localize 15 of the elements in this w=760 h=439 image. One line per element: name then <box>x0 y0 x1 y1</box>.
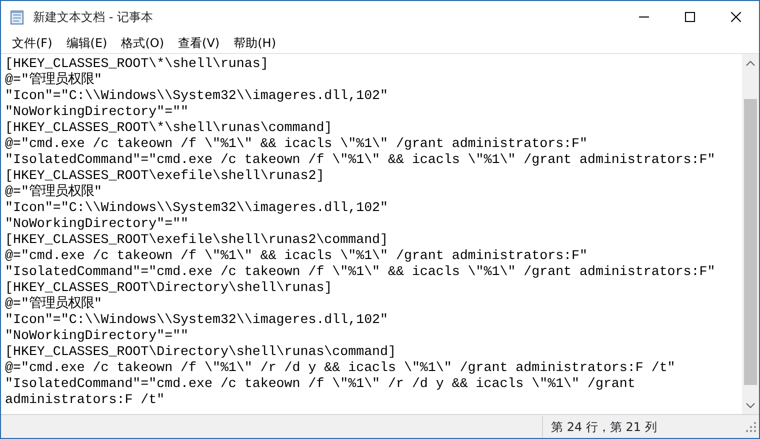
scroll-down-icon[interactable] <box>746 402 755 408</box>
menu-item[interactable]: 查看(V) <box>171 33 227 53</box>
menu-item[interactable]: 编辑(E) <box>59 33 114 53</box>
text-editor[interactable]: [HKEY_CLASSES_ROOT\*\shell\runas] @="管理员权限" "Icon"="C:\\Windows\\System32\\imageres.dll,102" "NoWorkingDirectory"="" [HKEY_CLASSES_ROOT\*\shell\runas\command] @="cmd.exe /c takeown /f \"%1\" && icacls \"%1\" /grant administrators:F" "IsolatedCommand"="cmd.exe /c takeown /f \"%1\" && icacls \"%1\" /grant administrators:F" [HKEY_CLASSES_ROOT\exefile\shell\runas2] @="管理员权限" "Icon"="C:\\Windows\\System32\\imageres.dll,102" "NoWorkingDirectory"="" [HKEY_CLASSES_ROOT\exefile\shell\runas2\command] @="cmd.exe /c takeown /f \"%1\" && icacls \"%1\" /grant administrators:F" "IsolatedCommand"="cmd.exe /c takeown /f \"%1\" && icacls \"%1\" /grant administrators:F" [HKEY_CLASSES_ROOT\Directory\shell\runas] @="管理员权限" "Icon"="C:\\Windows\\System32\\imageres.dll,102" "NoWorkingDirectory"="" [HKEY_CLASSES_ROOT\Directory\shell\runas\command] @="cmd.exe /c takeown /f \"%1\" /r /d y && icacls \"%1\" /grant administrators:F /t" "IsolatedCommand"="cmd.exe /c takeown /f \"%1\" /r /d y && icacls \"%1\" /grant administrators:F /t" <box>1 54 742 414</box>
maximize-icon <box>685 12 695 22</box>
menu-item[interactable]: 文件(F) <box>5 33 60 53</box>
scrollbar[interactable] <box>742 54 759 414</box>
menu-item[interactable]: 格式(O) <box>114 33 172 53</box>
scroll-up-icon[interactable] <box>746 60 755 66</box>
window-title: 新建文本文档 - 记事本 <box>33 9 154 26</box>
close-icon <box>731 12 741 22</box>
cursor-position: 第 24 行，第 21 列 <box>542 416 722 438</box>
menu-item[interactable]: 帮助(H) <box>226 33 283 53</box>
resize-grip-icon <box>746 422 756 432</box>
notepad-icon <box>9 9 25 25</box>
